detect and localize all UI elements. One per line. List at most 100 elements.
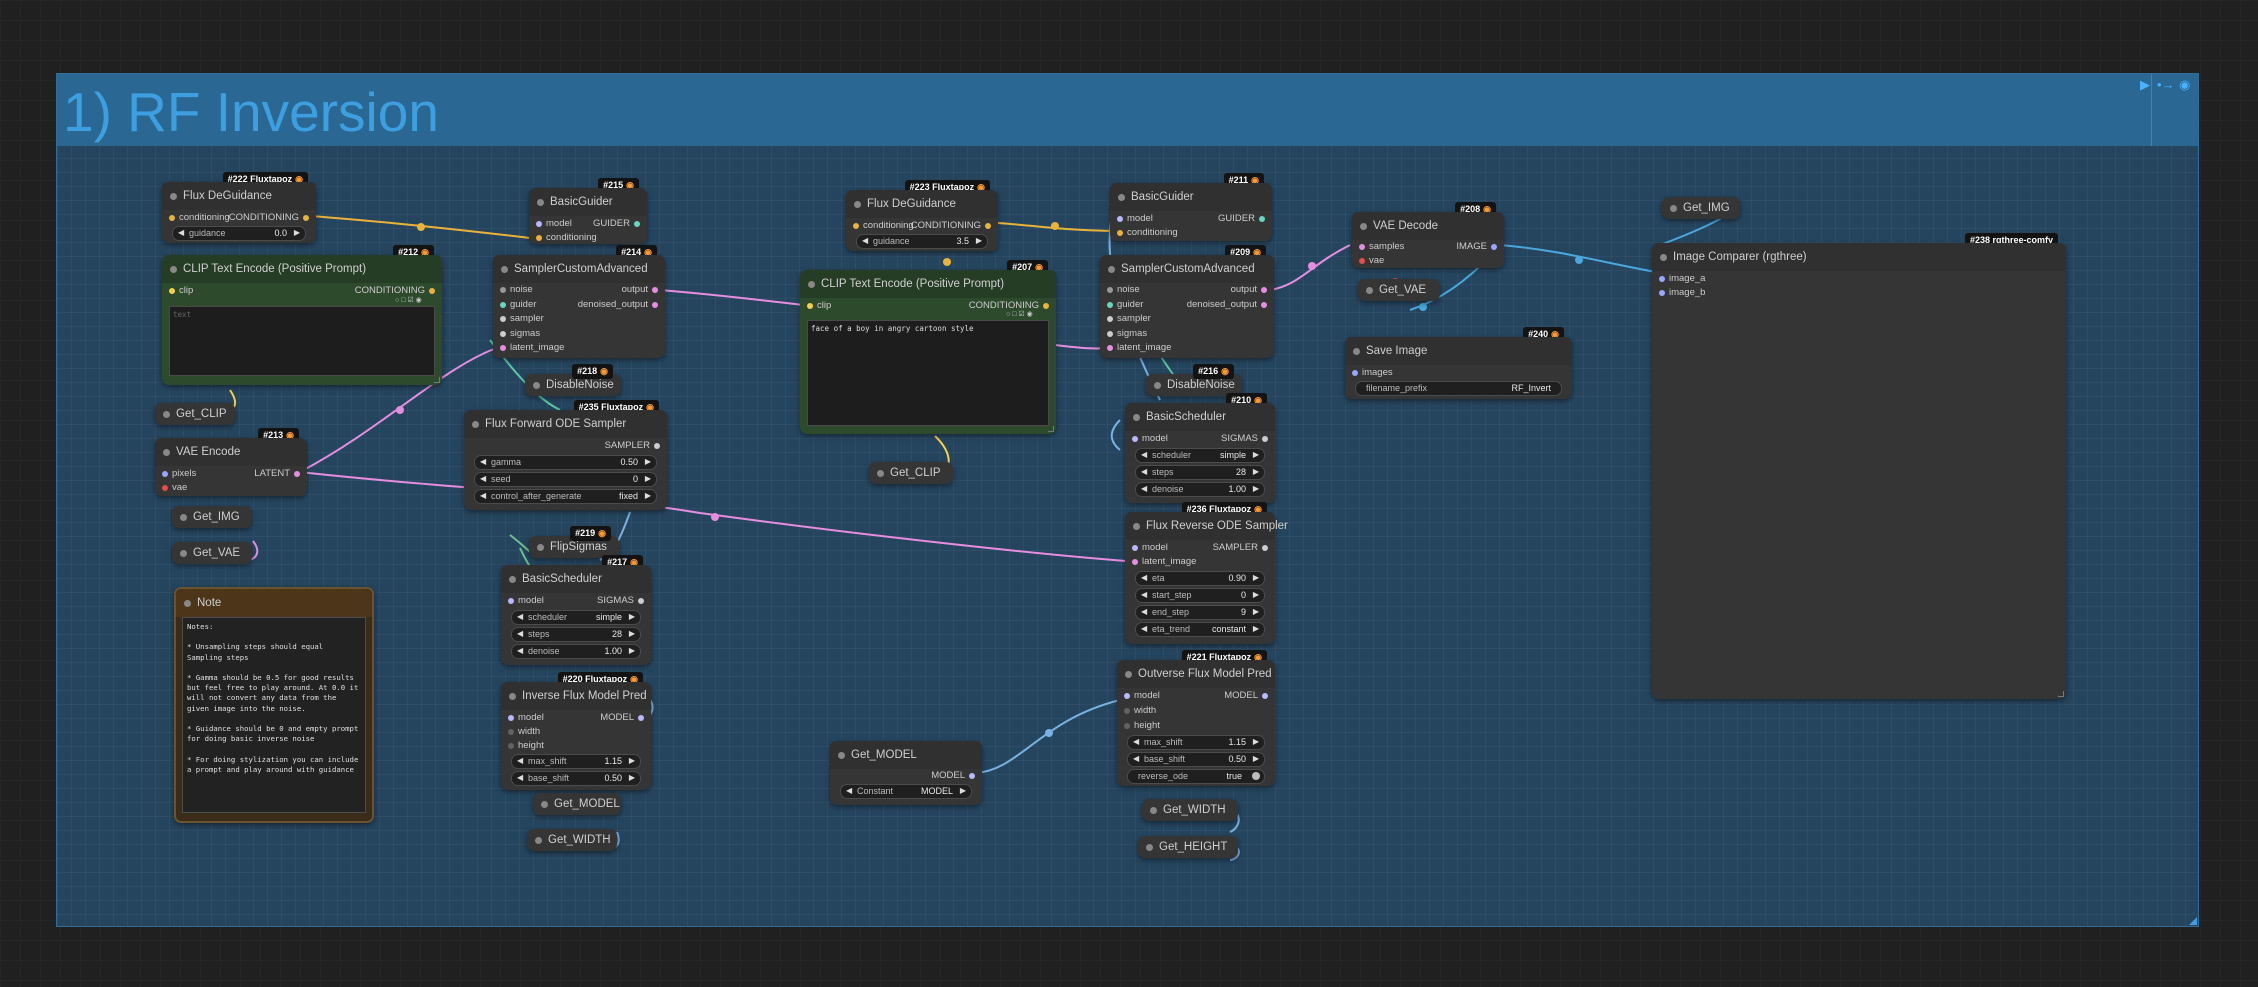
link-icon[interactable]: •→	[2157, 77, 2175, 92]
increment-arrow-icon[interactable]: ▶	[1253, 484, 1259, 493]
collapse-dot-icon[interactable]	[501, 266, 508, 273]
input-width[interactable]: width	[507, 726, 540, 737]
input-conditioning[interactable]: conditioning	[536, 232, 597, 243]
play-icon[interactable]: ▶	[2140, 77, 2150, 93]
output-conditioning[interactable]: CONDITIONING	[229, 212, 310, 223]
increment-arrow-icon[interactable]: ▶	[645, 457, 651, 466]
increment-arrow-icon[interactable]: ▶	[629, 646, 635, 655]
collapse-dot-icon[interactable]	[838, 752, 845, 759]
node-image-comparer-238[interactable]: #238 rgthree-comfy Image Comparer (rgthr…	[1652, 233, 2066, 699]
collapse-dot-icon[interactable]	[877, 470, 884, 477]
decrement-arrow-icon[interactable]: ◀	[862, 236, 868, 245]
increment-arrow-icon[interactable]: ▶	[1253, 624, 1259, 633]
group-header[interactable]: 1) RF Inversion ▶ •→ ◉	[57, 74, 2198, 146]
input-height[interactable]: height	[508, 740, 544, 751]
input-vae[interactable]: vae	[161, 482, 187, 493]
input-image-a[interactable]: image_a	[1658, 273, 1705, 284]
collapse-dot-icon[interactable]	[541, 801, 548, 808]
resize-corner-icon[interactable]	[434, 377, 440, 383]
output-latent[interactable]: LATENT	[254, 468, 300, 479]
node-header[interactable]: CLIP Text Encode (Positive Prompt)	[162, 255, 442, 283]
decrement-arrow-icon[interactable]: ◀	[178, 228, 184, 237]
decrement-arrow-icon[interactable]: ◀	[480, 457, 486, 466]
node-basic-guider-215[interactable]: #215 ◉ BasicGuider model conditioning GUI…	[529, 178, 647, 244]
decrement-arrow-icon[interactable]: ◀	[1141, 467, 1147, 476]
output-conditioning[interactable]: CONDITIONING	[355, 285, 436, 296]
input-pixels[interactable]: pixels	[161, 468, 196, 479]
increment-arrow-icon[interactable]: ▶	[1253, 590, 1259, 599]
node-header[interactable]: Outverse Flux Model Pred	[1117, 660, 1275, 688]
widget-end-step[interactable]: ◀ end_step 9 ▶	[1135, 605, 1265, 620]
node-header[interactable]: SamplerCustomAdvanced	[493, 255, 665, 283]
collapse-dot-icon[interactable]	[1118, 194, 1125, 201]
node-disable-noise-218[interactable]: #218 ◉ DisableNoise	[525, 364, 621, 396]
input-images[interactable]: images	[1352, 367, 1393, 378]
collapse-dot-icon[interactable]	[180, 550, 187, 557]
node-get-model-mid[interactable]: Get_MODEL	[533, 793, 621, 815]
input-image-b[interactable]: image_b	[1658, 287, 1705, 298]
resize-handle-icon[interactable]	[2189, 917, 2197, 925]
checkbox-icon[interactable]: ○ □ ☑ ◉	[1006, 310, 1033, 318]
input-model[interactable]: model	[508, 712, 544, 723]
node-header[interactable]: Image Comparer (rgthree)	[1652, 243, 2066, 271]
collapse-dot-icon[interactable]	[163, 411, 170, 418]
widget-eta[interactable]: ◀ eta 0.90 ▶	[1135, 571, 1265, 586]
increment-arrow-icon[interactable]: ▶	[960, 786, 966, 795]
node-vae-decode-208[interactable]: #208 ◉ VAE Decode samples vae IMAGE	[1352, 202, 1504, 268]
decrement-arrow-icon[interactable]: ◀	[1133, 754, 1139, 763]
input-latent-image[interactable]: latent_image	[1106, 342, 1171, 353]
decrement-arrow-icon[interactable]: ◀	[517, 646, 523, 655]
collapse-dot-icon[interactable]	[1133, 414, 1140, 421]
output-sigmas[interactable]: SIGMAS	[597, 595, 644, 606]
node-get-width-mid[interactable]: Get_WIDTH	[527, 829, 617, 851]
output-model[interactable]: MODEL	[931, 770, 975, 781]
node-inverse-flux-model-pred-220[interactable]: #220 Fluxtapoz ◉ Inverse Flux Model Pred …	[501, 672, 651, 790]
increment-arrow-icon[interactable]: ▶	[629, 773, 635, 782]
input-sigmas[interactable]: sigmas	[499, 328, 540, 339]
node-clip-text-encode-212[interactable]: #212 ◉ CLIP Text Encode (Positive Prompt)…	[162, 245, 442, 385]
node-header[interactable]: Flux Forward ODE Sampler	[464, 410, 667, 438]
collapse-dot-icon[interactable]	[537, 544, 544, 551]
collapse-dot-icon[interactable]	[1353, 348, 1360, 355]
output-sampler[interactable]: SAMPLER	[605, 440, 661, 451]
input-samples[interactable]: samples	[1358, 241, 1404, 252]
increment-arrow-icon[interactable]: ▶	[294, 228, 300, 237]
prompt-textarea[interactable]: text	[169, 306, 435, 376]
output-sampler[interactable]: SAMPLER	[1213, 542, 1269, 553]
node-header[interactable]: Flux Reverse ODE Sampler	[1125, 512, 1288, 540]
widget-scheduler[interactable]: ◀ scheduler simple ▶	[511, 610, 641, 625]
widget-max-shift[interactable]: ◀ max_shift 1.15 ▶	[511, 754, 641, 769]
output-denoised[interactable]: denoised_output	[1187, 299, 1268, 310]
input-noise[interactable]: noise	[500, 284, 533, 295]
input-conditioning[interactable]: conditioning	[1117, 227, 1178, 238]
node-sampler-custom-advanced-209[interactable]: #209 ◉ SamplerCustomAdvanced noise guider…	[1100, 245, 1274, 358]
decrement-arrow-icon[interactable]: ◀	[517, 629, 523, 638]
node-header[interactable]: Save Image	[1345, 337, 1572, 365]
node-save-image-240[interactable]: #240 ◉ Save Image images filename_prefix R…	[1345, 327, 1572, 399]
eye-icon[interactable]: ◉	[2179, 77, 2190, 93]
output-model[interactable]: MODEL	[600, 712, 644, 723]
input-height[interactable]: height	[1124, 720, 1160, 731]
node-get-clip-left[interactable]: Get_CLIP	[155, 403, 235, 425]
node-header[interactable]: Flux DeGuidance	[846, 190, 998, 218]
increment-arrow-icon[interactable]: ▶	[629, 629, 635, 638]
input-model[interactable]: model	[508, 595, 544, 606]
decrement-arrow-icon[interactable]: ◀	[846, 786, 852, 795]
node-flux-reverse-ode-sampler-236[interactable]: #236 Fluxtapoz ◉ Flux Reverse ODE Sampler…	[1125, 502, 1288, 644]
decrement-arrow-icon[interactable]: ◀	[1141, 484, 1147, 493]
node-get-model-constant[interactable]: Get_MODEL MODEL ◀ Constant MODEL ▶	[830, 741, 982, 805]
node-get-height-right[interactable]: Get_HEIGHT	[1138, 836, 1238, 858]
increment-arrow-icon[interactable]: ▶	[1253, 450, 1259, 459]
output-denoised[interactable]: denoised_output	[578, 299, 659, 310]
increment-arrow-icon[interactable]: ▶	[1253, 737, 1259, 746]
increment-arrow-icon[interactable]: ▶	[1253, 573, 1259, 582]
node-note[interactable]: Note Notes: * Unsampling steps should eq…	[174, 587, 374, 823]
collapse-dot-icon[interactable]	[1150, 807, 1157, 814]
collapse-dot-icon[interactable]	[1154, 382, 1161, 389]
input-model[interactable]: model	[1117, 213, 1153, 224]
node-get-clip-mid[interactable]: Get_CLIP	[869, 462, 953, 484]
collapse-dot-icon[interactable]	[1125, 671, 1132, 678]
node-header[interactable]: BasicGuider	[1110, 183, 1272, 211]
widget-max-shift[interactable]: ◀ max_shift 1.15 ▶	[1127, 735, 1265, 750]
input-width[interactable]: width	[1123, 705, 1156, 716]
